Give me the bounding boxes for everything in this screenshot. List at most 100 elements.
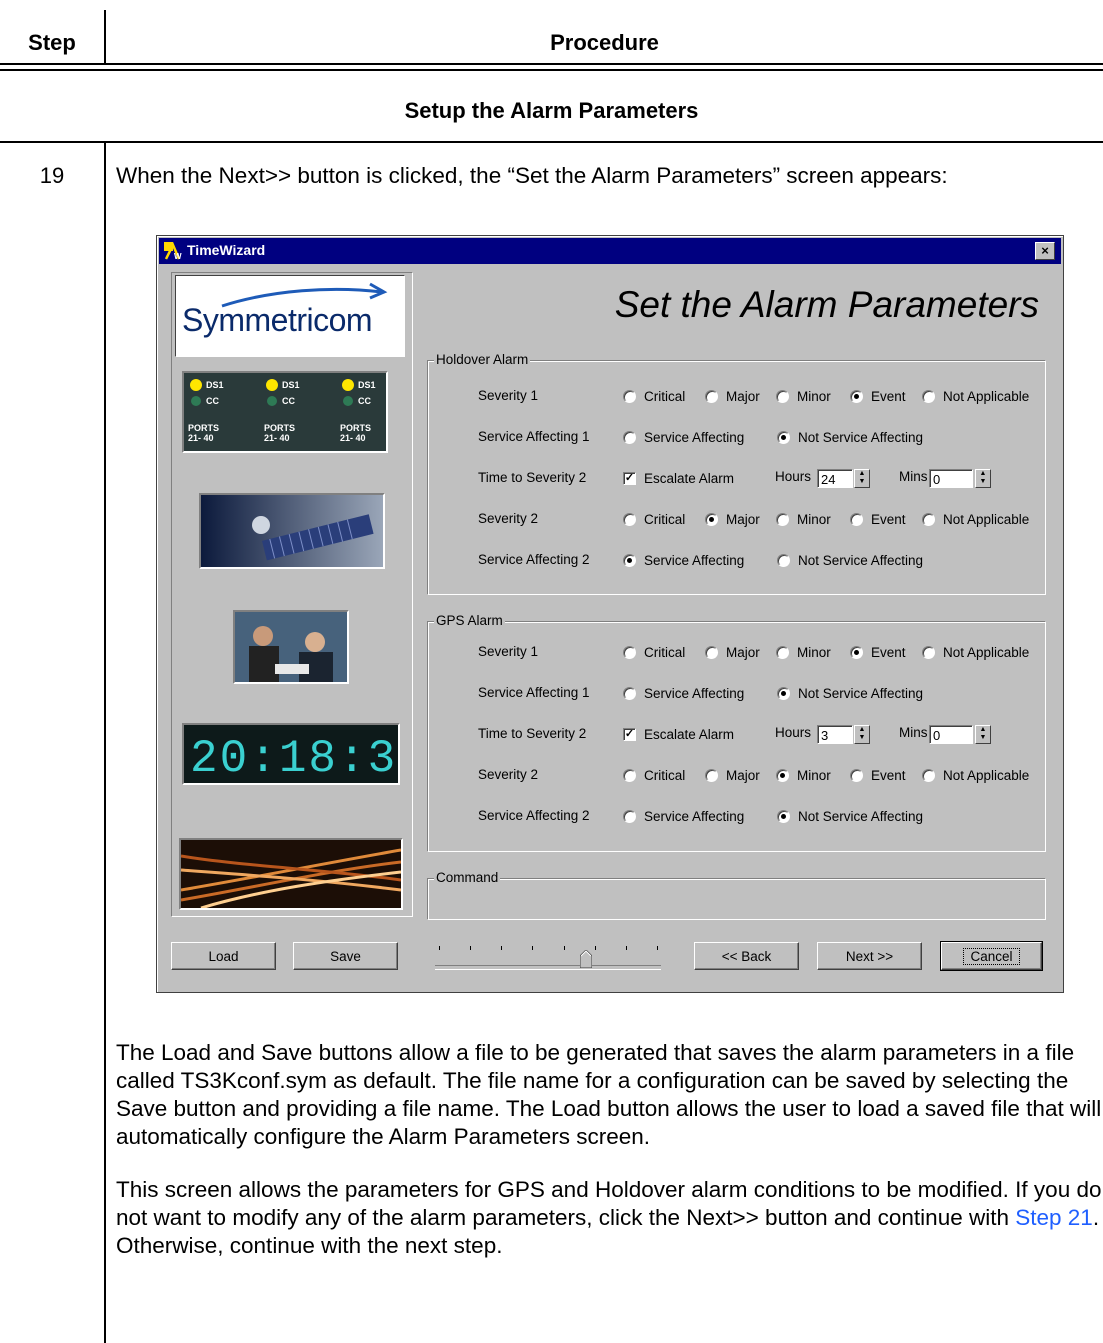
slider-tick <box>439 946 440 950</box>
gps-severity1-critical-radio[interactable] <box>623 646 636 659</box>
svg-text:CC: CC <box>282 396 295 406</box>
logo-text: Symmetricom <box>182 302 373 338</box>
holdover-severity2-critical-label: Critical <box>644 512 686 527</box>
header-double-rule-top <box>0 63 1103 65</box>
holdover-severity2-event-radio[interactable] <box>850 513 863 526</box>
gps-severity2-label: Severity 2 <box>478 767 539 782</box>
holdover-severity1-not-applicable-radio[interactable] <box>922 390 935 403</box>
gps-service2-service-affecting-label: Service Affecting <box>644 809 745 824</box>
svg-text:DS1: DS1 <box>282 380 300 390</box>
slider-thumb[interactable] <box>580 950 592 968</box>
gps-severity2-critical-label: Critical <box>644 768 686 783</box>
left-image-panel <box>171 272 413 917</box>
gps-severity1-not-applicable-label: Not Applicable <box>943 645 1030 660</box>
holdover-service1-service-affecting-radio[interactable] <box>623 431 636 444</box>
load-button[interactable]: Load <box>171 942 276 970</box>
holdover-severity1-label: Severity 1 <box>478 388 539 403</box>
slider-tick <box>501 946 503 950</box>
gps-hours-spinner[interactable]: ▲ ▼ <box>854 725 870 744</box>
save-button[interactable]: Save <box>293 942 398 970</box>
holdover-escalate-label: Escalate Alarm <box>644 471 735 486</box>
port-cc-label: CC <box>206 396 219 406</box>
gps-service1-not-service-affecting-label: Not Service Affecting <box>798 686 924 701</box>
gps-severity1-critical-label: Critical <box>644 645 686 660</box>
port-ds1-label: DS1 <box>206 380 224 390</box>
gps-service1-service-affecting-radio[interactable] <box>623 687 636 700</box>
satellite-image <box>199 493 385 569</box>
gps-severity2-not-applicable-label: Not Applicable <box>943 768 1030 783</box>
gps-hours-label: Hours <box>775 725 812 740</box>
symmetricom-logo: Symmetricom <box>175 275 405 357</box>
gps-severity1-major-radio[interactable] <box>705 646 718 659</box>
gps-severity1-minor-label: Minor <box>797 645 831 660</box>
gps-mins-input[interactable]: 0 <box>929 725 973 744</box>
slider-tick <box>470 946 472 950</box>
step-21-link[interactable]: Step 21 <box>1015 1205 1093 1230</box>
holdover-escalate-checkbox[interactable]: ✓ <box>623 472 636 485</box>
gps-mins-label: Mins <box>899 725 928 740</box>
command-group-title: Command <box>434 870 501 885</box>
gps-severity2-major-radio[interactable] <box>705 769 718 782</box>
holdover-severity2-major-radio[interactable] <box>705 513 718 526</box>
gps-severity1-minor-radio[interactable] <box>776 646 789 659</box>
holdover-mins-spinner[interactable]: ▲ ▼ <box>975 469 991 488</box>
holdover-mins-input[interactable]: 0 <box>929 469 973 488</box>
svg-text:PORTS: PORTS <box>340 423 371 433</box>
holdover-group-title: Holdover Alarm <box>434 352 531 367</box>
holdover-service2-not-service-affecting-radio[interactable] <box>777 554 790 567</box>
step-divider <box>104 142 106 1343</box>
wizard-progress-slider[interactable] <box>435 965 661 970</box>
svg-text:21- 40: 21- 40 <box>264 433 290 443</box>
holdover-service1-not-service-affecting-label: Not Service Affecting <box>798 430 924 445</box>
holdover-service1-not-service-affecting-radio[interactable] <box>777 431 790 444</box>
gps-escalate-checkbox[interactable]: ✓ <box>623 728 636 741</box>
intro-text: When the Next>> button is clicked, the “… <box>116 163 948 188</box>
window-title: TimeWizard <box>187 242 266 258</box>
holdover-severity2-label: Severity 2 <box>478 511 539 526</box>
gps-hours-input[interactable]: 3 <box>817 725 853 744</box>
gps-severity1-event-label: Event <box>871 645 906 660</box>
gps-service2-not-service-affecting-radio[interactable] <box>777 810 790 823</box>
fiber-graphic <box>181 840 401 908</box>
people-image <box>233 610 349 684</box>
section-title: Setup the Alarm Parameters <box>404 98 699 123</box>
gps-severity2-minor-radio[interactable] <box>776 769 789 782</box>
port-ports-label: PORTS <box>188 423 219 433</box>
holdover-service2-not-service-affecting-label: Not Service Affecting <box>798 553 924 568</box>
ports-graphic: DS1 CC PORTS 21- 40 DS1CC PORTS21- 40 DS… <box>188 379 376 443</box>
svg-text:21- 40: 21- 40 <box>340 433 366 443</box>
holdover-severity2-critical-radio[interactable] <box>623 513 636 526</box>
holdover-service2-label: Service Affecting 2 <box>478 552 590 567</box>
section-rule <box>0 141 1103 143</box>
gps-service2-service-affecting-radio[interactable] <box>623 810 636 823</box>
title-bar[interactable]: W TimeWizard × <box>159 238 1061 264</box>
svg-text:W: W <box>174 252 182 261</box>
holdover-severity1-critical-radio[interactable] <box>623 390 636 403</box>
holdover-severity1-major-radio[interactable] <box>705 390 718 403</box>
cancel-button[interactable]: Cancel <box>940 941 1043 971</box>
holdover-hours-label: Hours <box>775 469 812 484</box>
gps-severity2-event-radio[interactable] <box>850 769 863 782</box>
back-button[interactable]: << Back <box>694 942 799 970</box>
holdover-hours-input[interactable]: 24 <box>817 469 853 488</box>
gps-severity1-event-radio[interactable] <box>850 646 863 659</box>
gps-mins-spinner[interactable]: ▲ ▼ <box>975 725 991 744</box>
holdover-severity2-minor-radio[interactable] <box>776 513 789 526</box>
command-group: Command <box>427 870 1046 920</box>
holdover-severity1-minor-radio[interactable] <box>776 390 789 403</box>
holdover-service2-service-affecting-radio[interactable] <box>623 554 636 567</box>
gps-severity2-critical-radio[interactable] <box>623 769 636 782</box>
gps-severity1-not-applicable-radio[interactable] <box>922 646 935 659</box>
gps-severity2-minor-label: Minor <box>797 768 831 783</box>
holdover-hours-spinner[interactable]: ▲ ▼ <box>854 469 870 488</box>
holdover-mins-label: Mins <box>899 469 928 484</box>
step-number: 19 <box>39 163 65 188</box>
holdover-severity2-not-applicable-radio[interactable] <box>922 513 935 526</box>
gps-service1-not-service-affecting-radio[interactable] <box>777 687 790 700</box>
holdover-severity1-event-radio[interactable] <box>850 390 863 403</box>
gps-service2-not-service-affecting-label: Not Service Affecting <box>798 809 924 824</box>
next-button[interactable]: Next >> <box>817 942 922 970</box>
gps-severity2-not-applicable-radio[interactable] <box>922 769 935 782</box>
close-button[interactable]: × <box>1035 242 1055 260</box>
header-double-rule-bottom <box>0 69 1103 71</box>
